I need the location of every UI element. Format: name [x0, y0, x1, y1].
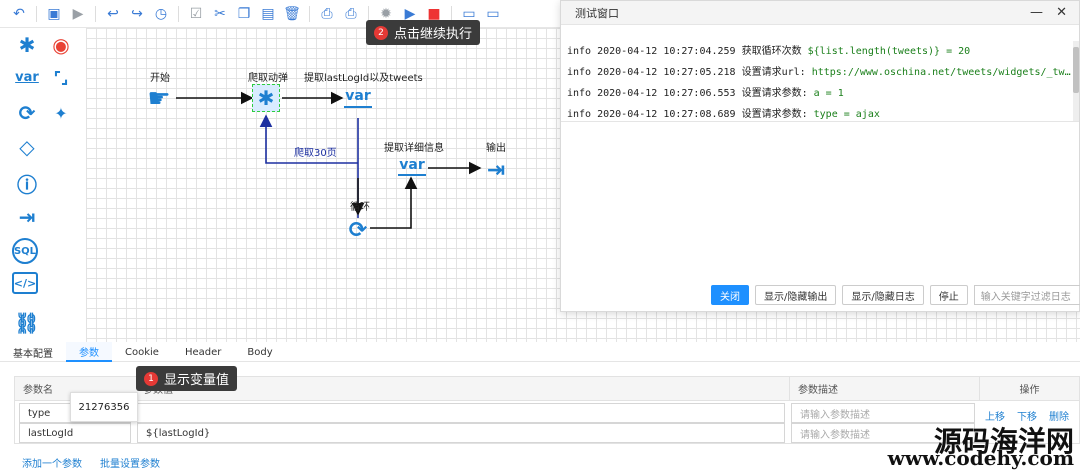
- loop-node-icon[interactable]: ⟳: [344, 216, 372, 244]
- log-line: info 2020-04-12 10:27:05.218 设置请求url: ht…: [561, 62, 1075, 83]
- test-window-title: 测试窗口: [561, 1, 1079, 25]
- spider-node-icon[interactable]: ✱: [252, 84, 280, 112]
- cut-icon[interactable]: ✂: [209, 3, 231, 25]
- log-line: info 2020-04-12 10:27:06.553 设置请求参数: a =…: [561, 83, 1075, 104]
- variable-value-popup: 21276356: [70, 392, 138, 422]
- toolbar-separator: [95, 5, 96, 22]
- tooltip-text: 显示变量值: [164, 373, 230, 388]
- var-icon[interactable]: var: [12, 62, 42, 92]
- scrollbar-thumb[interactable]: [1073, 47, 1079, 93]
- close-icon[interactable]: ✕: [1056, 5, 1067, 20]
- output-icon[interactable]: ⇥: [12, 202, 42, 232]
- node-crawl-label: 爬取动弹: [248, 73, 288, 84]
- paste-icon[interactable]: ▤: [257, 3, 279, 25]
- log-value: a = 1: [813, 88, 844, 99]
- history-icon[interactable]: ◷: [150, 3, 172, 25]
- param-name-field[interactable]: lastLogId: [19, 423, 131, 443]
- col-ops: 操作: [979, 377, 1079, 401]
- link-icon[interactable]: ⛓: [12, 308, 42, 338]
- test-window: 测试窗口 — ✕ info 2020-04-12 10:27:04.259 获取…: [560, 0, 1080, 312]
- config-tabs: 基本配置 参数 Cookie Header Body: [0, 342, 1080, 362]
- toggle-output-button[interactable]: 显示/隐藏输出: [755, 285, 837, 305]
- node-extract-label: 提取lastLogId以及tweets: [304, 73, 423, 84]
- export-icon[interactable]: ⎙: [316, 3, 338, 25]
- chrome-icon[interactable]: ◉: [46, 30, 76, 60]
- log-output: info 2020-04-12 10:27:04.259 获取循环次数 ${li…: [561, 41, 1075, 121]
- toolbar-separator: [309, 5, 310, 22]
- col-desc: 参数描述: [789, 377, 979, 401]
- continue-tooltip: 2 点击继续执行: [366, 20, 481, 45]
- log-prefix: info 2020-04-12 10:27:05.218 设置请求url:: [567, 67, 812, 78]
- toolbar-separator: [36, 5, 37, 22]
- log-value: type = ajax: [813, 109, 880, 120]
- log-line: info 2020-04-12 10:27:04.259 获取循环次数 ${li…: [561, 41, 1075, 62]
- log-prefix: info 2020-04-12 10:27:04.259 获取循环次数: [567, 46, 808, 57]
- tab-basic[interactable]: 基本配置: [0, 342, 66, 362]
- node-output-label: 输出: [486, 143, 506, 154]
- loop-icon[interactable]: ⟳: [12, 98, 42, 128]
- toggle-log-button[interactable]: 显示/隐藏日志: [842, 285, 924, 305]
- script-icon[interactable]: ✦: [46, 98, 76, 128]
- code-icon[interactable]: </>: [12, 272, 38, 294]
- hand-pointer-icon[interactable]: ☛: [144, 84, 174, 114]
- node-detail-label: 提取详细信息: [384, 143, 444, 154]
- log-value: https://www.oschina.net/tweets/widgets/_…: [811, 67, 1071, 78]
- sql-icon[interactable]: SQL: [12, 238, 38, 264]
- output-node-icon[interactable]: ⇥: [482, 156, 510, 184]
- watermark-url: www.codehy.com: [887, 446, 1074, 470]
- diamond-icon[interactable]: ◇: [12, 132, 42, 162]
- window-right-icon[interactable]: ▭: [482, 3, 504, 25]
- checkbox-icon[interactable]: ☑: [185, 3, 207, 25]
- close-button[interactable]: 关闭: [711, 285, 749, 305]
- undo-arrow-icon[interactable]: ↩: [102, 3, 124, 25]
- param-value-field[interactable]: [137, 403, 785, 423]
- variable-tooltip: 1 显示变量值: [136, 366, 238, 391]
- log-prefix: info 2020-04-12 10:27:08.689 设置请求参数:: [567, 109, 814, 120]
- stop-button[interactable]: 停止: [929, 285, 968, 305]
- delete-icon[interactable]: 🗑: [281, 3, 303, 25]
- minimize-icon[interactable]: —: [1030, 5, 1043, 20]
- play-icon[interactable]: ▶: [67, 3, 89, 25]
- log-value: ${list.length(tweets)} = 20: [807, 46, 971, 57]
- toolbar-separator: [178, 5, 179, 22]
- var-node-icon[interactable]: var: [344, 86, 372, 108]
- spider-icon[interactable]: ✱: [12, 30, 42, 60]
- save-icon[interactable]: ▣: [43, 3, 65, 25]
- component-palette: ✱ ◉ var ⌜⌟ ⟳ ✦ ◇ ⓘ ⇥ SQL </> ⛓: [0, 28, 86, 342]
- print-icon[interactable]: ⎙: [340, 3, 362, 25]
- tooltip-badge: 2: [374, 25, 388, 40]
- undo-icon[interactable]: ↶: [8, 3, 30, 25]
- log-prefix: info 2020-04-12 10:27:06.553 设置请求参数:: [567, 88, 814, 99]
- dialog-footer: 关闭 显示/隐藏输出 显示/隐藏日志 停止 输入关键字过滤日志: [711, 285, 1080, 305]
- tab-body[interactable]: Body: [234, 342, 285, 362]
- add-param-link[interactable]: 添加一个参数: [22, 455, 82, 470]
- tab-header[interactable]: Header: [172, 342, 234, 362]
- brackets-icon[interactable]: ⌜⌟: [46, 62, 76, 92]
- tab-params[interactable]: 参数: [66, 342, 112, 362]
- node-start-label: 开始: [150, 73, 170, 84]
- divider: [561, 121, 1079, 122]
- node-loop-label: 循环: [350, 202, 370, 213]
- copy-icon[interactable]: ❐: [233, 3, 255, 25]
- tab-cookie[interactable]: Cookie: [112, 342, 172, 362]
- tooltip-badge: 1: [144, 371, 158, 386]
- info-icon[interactable]: ⓘ: [12, 168, 42, 198]
- edge-label: 爬取30页: [294, 148, 337, 159]
- edge-loop-detail: [370, 176, 418, 229]
- log-filter-input[interactable]: 输入关键字过滤日志: [973, 285, 1080, 305]
- redo-arrow-icon[interactable]: ↪: [126, 3, 148, 25]
- tooltip-text: 点击继续执行: [394, 27, 473, 42]
- batch-params-link[interactable]: 批量设置参数: [100, 455, 160, 470]
- var-detail-node-icon[interactable]: var: [398, 156, 426, 176]
- log-scrollbar[interactable]: [1073, 41, 1079, 121]
- param-value-field[interactable]: ${lastLogId}: [137, 423, 785, 443]
